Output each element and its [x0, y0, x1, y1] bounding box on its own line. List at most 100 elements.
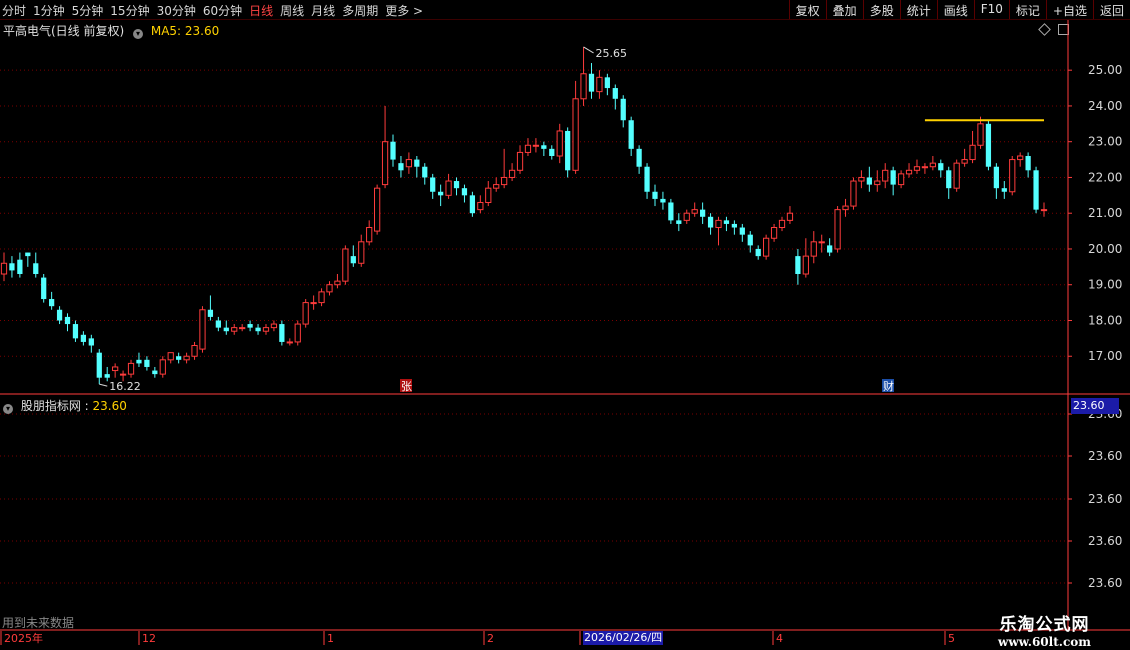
candle-body-up [508, 169, 516, 178]
candle-body-up [501, 176, 508, 186]
candle-body-up [493, 184, 500, 189]
candle-body-up [286, 341, 293, 344]
candle-body-up [239, 327, 246, 330]
candle-body-down [104, 374, 110, 378]
candle-body-down [755, 248, 761, 257]
future-data-note: 用到未来数据 [2, 616, 75, 630]
candle-body-down [565, 130, 571, 171]
candle-body-down [628, 120, 634, 149]
price-tick-label: 24.00 [1088, 99, 1122, 113]
candle-body-down [660, 198, 666, 203]
candle-body-down [890, 170, 896, 185]
candle-body-up [374, 187, 381, 232]
candle-body-up [119, 373, 127, 376]
candle-body-up [167, 352, 174, 361]
candle-body-up [818, 241, 825, 244]
chevron-down-icon[interactable]: ▾ [3, 404, 13, 414]
candle-body-down [461, 188, 468, 196]
candle-body-down [398, 163, 404, 171]
price-tick-label: 22.00 [1088, 170, 1122, 184]
candle-body-down [541, 145, 547, 149]
candle-body-down [17, 259, 23, 274]
candle-body-up [302, 302, 309, 325]
high-price-label: 25.65 [596, 47, 628, 60]
current-value-tag: 23.60 [1071, 398, 1119, 414]
candle-body-up [905, 169, 913, 175]
candle-body-down [700, 209, 706, 217]
candle-body-down [390, 141, 396, 160]
candle-body-up [381, 141, 389, 186]
candle-body-up [842, 205, 849, 211]
candle-body-down [946, 170, 952, 189]
candle-body-down [612, 88, 618, 99]
candle-body-down [866, 177, 872, 185]
candle-body-up [1040, 209, 1048, 212]
date-tick-label: 1 [327, 632, 334, 645]
date-tick-label: 4 [776, 632, 783, 645]
candle-body-down [25, 252, 31, 257]
indicator-tick-label: 23.60 [1088, 449, 1122, 463]
candle-body-down [414, 159, 420, 167]
indicator-tick-label: 23.60 [1088, 492, 1122, 506]
candle-body-down [247, 324, 253, 328]
candle-body-down [604, 77, 610, 89]
candle-body-down [72, 324, 79, 339]
candle-body-down [731, 223, 738, 228]
candle-body-down [636, 148, 642, 167]
candle-body-down [422, 166, 428, 178]
candle-body-down [707, 216, 714, 228]
candle-body-up [366, 227, 373, 243]
candle-body-down [49, 299, 55, 307]
candle-body-down [80, 334, 87, 342]
candle-body-down [279, 324, 285, 342]
candle-body-down [549, 148, 555, 156]
candle-body-down [938, 163, 944, 171]
candle-body-up [532, 144, 540, 147]
indicator-tick-label: 23.60 [1088, 576, 1122, 590]
candle-body-up [802, 255, 809, 275]
candle-body-up [183, 355, 190, 361]
watermark-url: www.60lt.com [998, 635, 1091, 649]
candle-body-down [1033, 170, 1039, 210]
candle-body-down [676, 220, 682, 224]
candle-body-down [255, 327, 261, 332]
candle-body-down [176, 356, 182, 360]
candle-body-up [834, 209, 841, 250]
candle-body-down [993, 166, 999, 189]
candle-body-up [334, 280, 341, 286]
candle-body-up [1009, 159, 1016, 193]
candle-body-up [127, 362, 135, 375]
candle-body-down [1001, 188, 1007, 192]
candle-body-up [929, 162, 936, 168]
candle-body-down [207, 309, 214, 317]
candle-body-up [0, 262, 8, 275]
candle-body-up [858, 176, 865, 182]
candle-body-down [985, 123, 992, 167]
candle-body-down [588, 73, 595, 92]
candle-body-down [350, 256, 356, 264]
price-tick-label: 25.00 [1088, 63, 1122, 77]
candle-body-down [438, 191, 444, 196]
date-tick-label: 2 [487, 632, 494, 645]
candlestick-chart[interactable]: 17.00 18.00 19.00 20.00 21.00 22.00 23.00 24.00… [0, 0, 1130, 650]
indicator-tick-label: 23.60 [1088, 534, 1122, 548]
candle-body-up [477, 201, 484, 211]
candle-body-down [453, 181, 460, 189]
price-tick-label: 20.00 [1088, 242, 1122, 256]
candle-body-up [770, 227, 778, 239]
candle-body-up [786, 212, 794, 221]
candle-body-down [430, 177, 436, 192]
candle-body-up [112, 366, 119, 372]
candle-body-up [778, 219, 786, 229]
zhang-marker: 张 [401, 380, 412, 393]
indicator-name: 股朋指标网 : [20, 399, 89, 413]
low-price-label: 16.22 [109, 380, 141, 393]
price-tick-label: 19.00 [1088, 278, 1122, 292]
candle-body-up [262, 327, 270, 332]
candle-body-up [763, 237, 770, 257]
watermark: 乐淘公式网 www.60lt.com [998, 610, 1091, 649]
candle-body-down [668, 202, 674, 221]
date-tick-label: 12 [142, 632, 156, 645]
candle-body-up [874, 180, 881, 186]
candle-body-up [961, 159, 968, 164]
